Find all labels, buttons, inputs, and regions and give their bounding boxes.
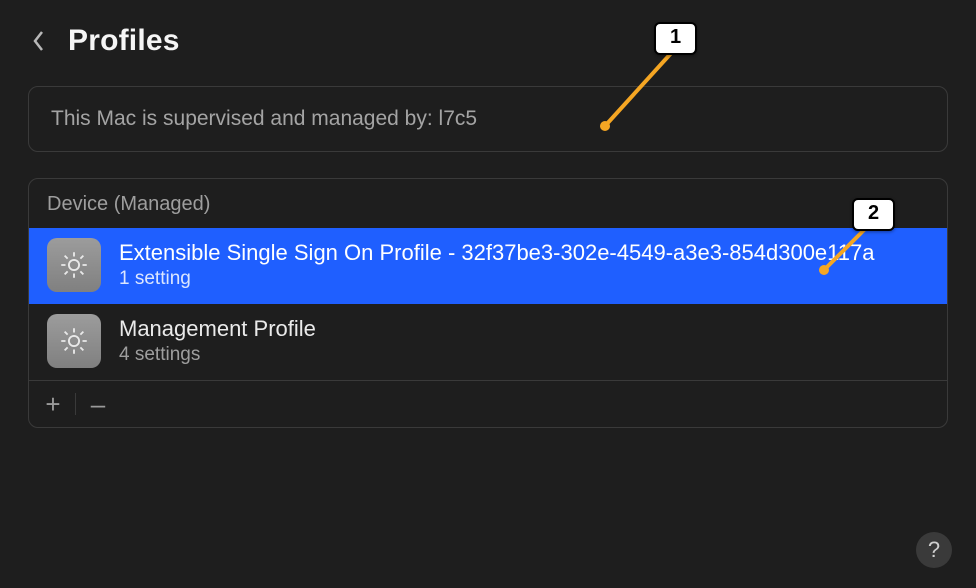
profile-meta: 1 setting <box>119 268 874 290</box>
profile-labels: Extensible Single Sign On Profile - 32f3… <box>119 240 874 290</box>
gear-icon <box>47 314 101 368</box>
remove-profile-button[interactable]: – <box>80 387 116 421</box>
add-profile-button[interactable]: + <box>35 387 71 421</box>
profile-row[interactable]: Extensible Single Sign On Profile - 32f3… <box>29 228 947 304</box>
header: Profiles <box>28 24 948 58</box>
profile-row[interactable]: Management Profile 4 settings <box>29 304 947 380</box>
profile-meta: 4 settings <box>119 344 316 366</box>
profile-name: Management Profile <box>119 316 316 342</box>
supervision-text: This Mac is supervised and managed by: l… <box>51 107 477 130</box>
profiles-list: Extensible Single Sign On Profile - 32f3… <box>29 228 947 380</box>
profile-labels: Management Profile 4 settings <box>119 316 316 366</box>
section-header: Device (Managed) <box>29 179 947 228</box>
help-icon: ? <box>928 537 940 563</box>
profile-name: Extensible Single Sign On Profile - 32f3… <box>119 240 874 266</box>
back-button[interactable] <box>28 27 50 55</box>
chevron-left-icon <box>31 29 47 53</box>
page-title: Profiles <box>68 24 180 58</box>
help-button[interactable]: ? <box>916 532 952 568</box>
footer-divider <box>75 393 76 415</box>
profiles-panel: Device (Managed) Extensible Single Sign … <box>28 178 948 428</box>
profiles-pane: Profiles This Mac is supervised and mana… <box>0 0 976 588</box>
supervision-banner: This Mac is supervised and managed by: l… <box>28 86 948 152</box>
list-footer: + – <box>29 380 947 427</box>
gear-icon <box>47 238 101 292</box>
